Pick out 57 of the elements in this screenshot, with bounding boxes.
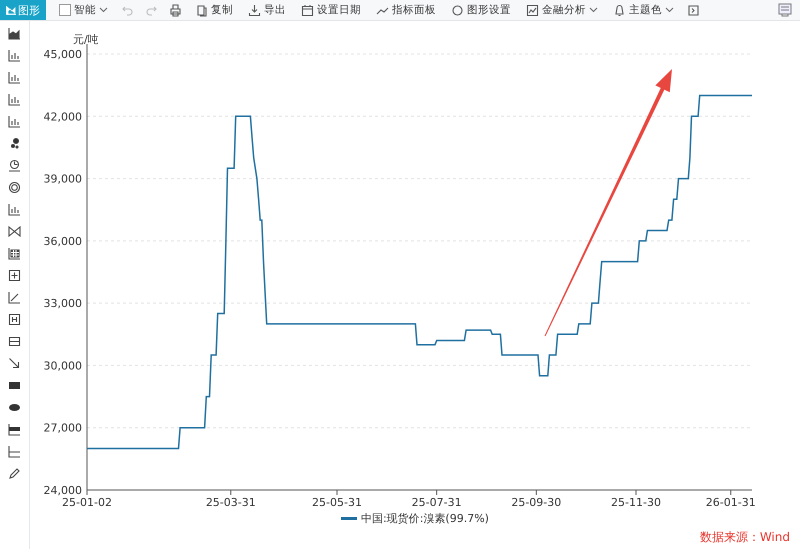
pie-chart-icon[interactable] — [8, 159, 21, 172]
data-source-note: 数据来源：Wind — [700, 529, 790, 546]
toolbar-button[interactable]: 设置日期 — [299, 1, 363, 19]
y-tick-label: 39,000 — [44, 172, 82, 186]
diagonal-line-icon[interactable] — [8, 291, 21, 304]
bar-chart-icon[interactable] — [8, 71, 21, 84]
pencil-icon[interactable] — [8, 467, 21, 480]
band-icon[interactable] — [8, 423, 21, 436]
toolbar-button[interactable]: 图形设置 — [449, 1, 513, 19]
toolbar-button[interactable]: 主题色 — [611, 1, 676, 19]
x-tick-label: 25-09-30 — [511, 496, 562, 509]
toolbar-button[interactable]: 指标面板 — [374, 1, 438, 19]
rectangle-icon[interactable] — [8, 379, 21, 392]
y-tick-label: 45,000 — [44, 48, 82, 61]
x-tick-label: 25-07-31 — [412, 496, 462, 509]
y-tick-label: 33,000 — [44, 297, 82, 310]
toolbar-button[interactable]: 金融分析 — [524, 1, 600, 19]
area-chart-icon — [6, 6, 16, 14]
y-tick-label: 24,000 — [44, 484, 82, 497]
x-tick-label: 25-11-30 — [611, 496, 661, 509]
bar-chart-icon[interactable] — [8, 93, 21, 106]
copy-icon — [195, 4, 208, 16]
ellipse-icon[interactable] — [8, 401, 21, 414]
bell-icon — [613, 4, 626, 16]
legend-label: 中国:现货价:溴素(99.7%) — [361, 511, 489, 526]
plus-box-icon[interactable] — [8, 269, 21, 282]
x-tick-label: 25-01-02 — [62, 496, 112, 509]
y-tick-label: 30,000 — [44, 359, 82, 372]
chart-icon — [526, 4, 539, 16]
toolbar-button[interactable]: 复制 — [193, 1, 235, 19]
expand-icon[interactable] — [687, 4, 700, 16]
axis-icon[interactable] — [8, 445, 21, 458]
grid-icon[interactable] — [8, 247, 21, 260]
y-axis-unit: 元/吨 — [73, 33, 99, 46]
scatter-icon[interactable] — [8, 137, 21, 150]
bar-chart-icon[interactable] — [8, 115, 21, 128]
download-icon — [248, 4, 261, 16]
calendar-icon — [301, 4, 314, 16]
bar-chart-icon[interactable] — [8, 49, 21, 62]
ring-chart-icon[interactable] — [8, 181, 21, 194]
y-tick-label: 27,000 — [44, 422, 82, 435]
x-tick-label: 25-05-31 — [312, 496, 362, 509]
bowtie-icon[interactable] — [8, 225, 21, 238]
x-tick-label: 26-01-31 — [706, 496, 756, 509]
x-tick-label: 25-03-31 — [206, 496, 256, 509]
y-tick-label: 36,000 — [44, 234, 82, 248]
arrow-icon[interactable] — [8, 357, 21, 370]
boxed-h-icon[interactable] — [8, 313, 21, 326]
bar-chart-icon[interactable] — [8, 203, 21, 216]
y-tick-label: 42,000 — [44, 110, 82, 124]
area-chart-icon[interactable] — [8, 27, 21, 40]
print-icon[interactable] — [169, 4, 182, 16]
circle-icon — [451, 4, 464, 16]
split-box-icon[interactable] — [8, 335, 21, 348]
document-icon[interactable] — [778, 3, 792, 17]
smart-checkbox[interactable]: 智能 — [57, 1, 110, 19]
toolbar-button[interactable]: 导出 — [246, 1, 288, 19]
